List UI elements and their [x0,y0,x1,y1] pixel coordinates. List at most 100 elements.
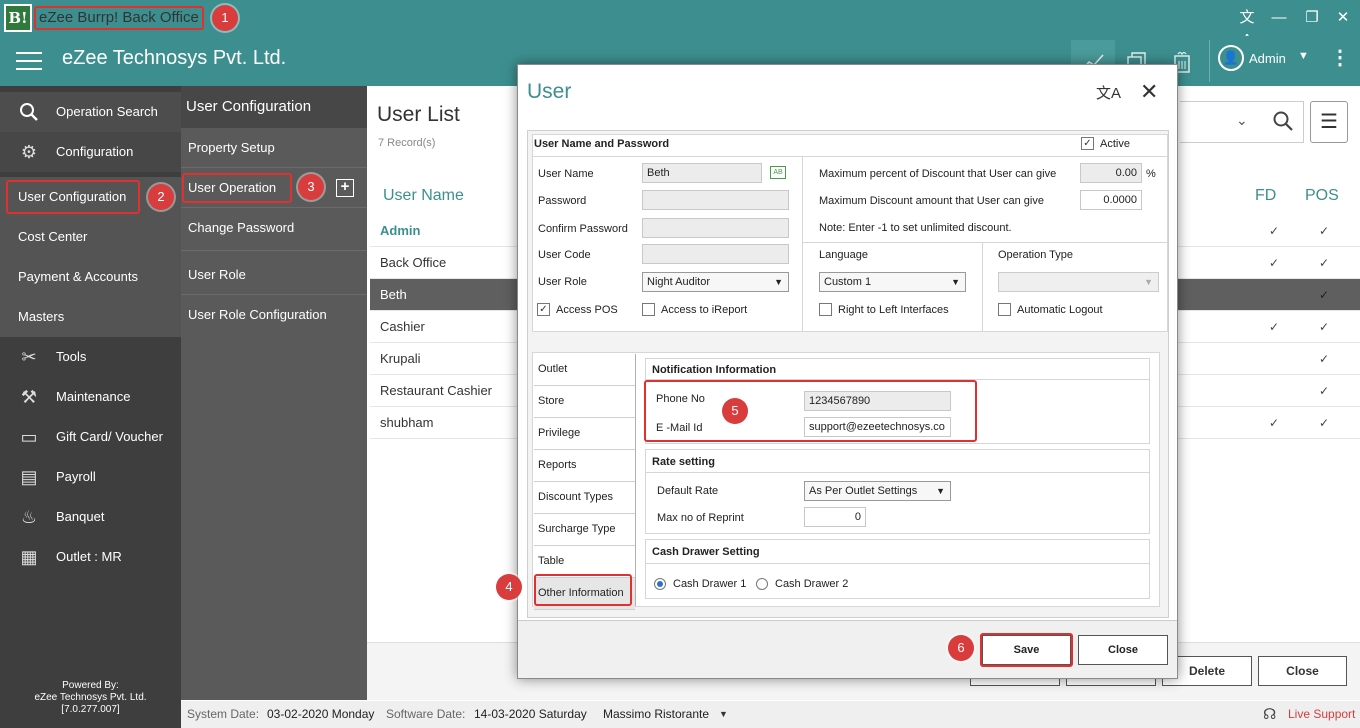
user-role-select[interactable]: Night Auditor ▼ [642,272,789,292]
gear-icon: ⚙ [20,142,38,162]
sidebar-item-gift-card-voucher[interactable]: ▭ Gift Card/ Voucher [0,417,181,457]
sidebar-item-cost-center[interactable]: Cost Center [0,217,181,257]
pos-check: ✓ [1319,384,1330,398]
sidebar-item-payroll[interactable]: ▤ Payroll [0,457,181,497]
keyboard-icon[interactable]: AB [770,166,786,179]
window-title: eZee Burrp! Back Office [34,6,204,30]
chevron-down-icon[interactable]: ▼ [719,701,728,728]
default-rate-select[interactable]: As Per Outlet Settings ▼ [804,481,951,501]
callout-badge-1: 1 [212,5,238,31]
search-bar[interactable]: ⌄ [1180,101,1304,143]
column-fd[interactable]: FD [1255,187,1276,205]
percent-sign: % [1146,168,1156,180]
user-name-field[interactable]: Beth [642,163,762,183]
tab-discount-types[interactable]: Discount Types [534,482,635,514]
status-bar: System Date: 03-02-2020 Monday Software … [181,701,1360,728]
access-ireport-label: Access to iReport [661,304,748,316]
software-date: 14-03-2020 Saturday [474,707,587,721]
tab-store[interactable]: Store [534,386,635,418]
sidebar-item-outlet[interactable]: ▦ Outlet : MR [0,537,181,577]
chevron-down-icon[interactable]: ▼ [1298,50,1309,62]
confirm-password-field[interactable] [642,218,789,238]
submenu-item-user-operation[interactable]: User Operation [188,180,276,195]
rtl-checkbox[interactable] [819,303,832,316]
user-name-label: User Name [538,168,594,180]
column-pos[interactable]: POS [1305,187,1339,205]
sidebar-item-banquet[interactable]: ♨ Banquet [0,497,181,537]
record-count: 7 Record(s) [378,137,436,149]
sidebar-item-label: Operation Search [56,104,158,119]
cash-drawer-2-radio[interactable] [756,578,768,590]
powered-by-company: eZee Technosys Pvt. Ltd. [34,692,147,703]
access-pos-checkbox[interactable]: ✓ [537,303,550,316]
row-name: shubham [380,415,434,430]
column-user-name[interactable]: User Name [383,187,464,205]
more-vertical-icon[interactable]: ⋮ [1330,45,1350,71]
sidebar-item-payment-accounts[interactable]: Payment & Accounts [0,257,181,297]
row-name: Beth [380,287,407,302]
callout-badge-5: 5 [722,398,748,424]
chevron-down-icon[interactable]: ⌄ [1236,112,1248,129]
password-field[interactable] [642,190,789,210]
submenu-item-change-password[interactable]: Change Password [188,220,294,235]
access-ireport-checkbox[interactable] [642,303,655,316]
submenu-divider [181,167,367,168]
translate-icon[interactable]: 文A [1096,82,1121,103]
max-reprint-field[interactable]: 0 [804,507,866,527]
automatic-logout-label: Automatic Logout [1017,304,1103,316]
translate-icon[interactable]: 文A [1236,7,1258,48]
user-code-label: User Code [538,249,591,261]
active-checkbox[interactable]: ✓ [1081,137,1094,150]
section-divider [532,156,1168,157]
sidebar-item-configuration[interactable]: ⚙ Configuration [0,132,181,172]
close-dialog-button[interactable]: Close [1078,635,1168,665]
app-logo-icon: B! [4,4,32,32]
submenu-item-property-setup[interactable]: Property Setup [188,140,275,155]
user-avatar-icon[interactable]: 👤 [1218,45,1244,71]
tab-privilege[interactable]: Privilege [534,418,635,450]
support-icon[interactable]: ☊ [1263,701,1276,728]
language-select[interactable]: Custom 1 ▼ [819,272,966,292]
submenu-item-user-role-configuration[interactable]: User Role Configuration [188,307,327,322]
max-discount-amount-field[interactable]: 0.0000 [1080,190,1142,210]
maintenance-icon: ⚒ [20,387,38,407]
user-name-label[interactable]: Admin [1249,51,1286,66]
automatic-logout-checkbox[interactable] [998,303,1011,316]
default-rate-value: As Per Outlet Settings [809,485,918,497]
submenu-item-user-role[interactable]: User Role [188,267,246,282]
user-code-field[interactable] [642,244,789,264]
dropdown-arrow-icon: ▼ [951,277,960,287]
close-window-button[interactable]: ✕ [1332,7,1354,29]
sidebar-item-masters[interactable]: Masters [0,297,181,337]
max-discount-percent-label: Maximum percent of Discount that User ca… [819,168,1057,180]
sidebar-item-label: Payment & Accounts [18,269,138,284]
sidebar-item-tools[interactable]: ✂ Tools [0,337,181,377]
confirm-password-label: Confirm Password [538,223,628,235]
fd-check: ✓ [1269,224,1280,238]
live-support-link[interactable]: Live Support [1288,701,1355,728]
close-list-button[interactable]: Close [1258,656,1347,686]
sidebar-item-label: Outlet : MR [56,549,122,564]
tab-outlet[interactable]: Outlet [534,354,635,386]
pos-check: ✓ [1319,288,1330,302]
minimize-button[interactable]: — [1268,7,1290,29]
search-icon[interactable] [1272,110,1294,135]
close-icon[interactable]: ✕ [1140,79,1158,105]
operation-type-select[interactable]: ▼ [998,272,1159,292]
add-icon[interactable]: + [336,179,354,197]
discount-note: Note: Enter -1 to set unlimited discount… [819,222,1012,234]
property-selector[interactable]: Massimo Ristorante [603,701,709,728]
maximize-button[interactable]: ❐ [1301,7,1323,29]
tab-reports[interactable]: Reports [534,450,635,482]
tab-surcharge-type[interactable]: Surcharge Type [534,514,635,546]
max-discount-percent-field[interactable]: 0.00 [1080,163,1142,183]
cash-drawer-1-radio[interactable] [654,578,666,590]
submenu-divider [181,250,367,251]
sidebar-item-label: Gift Card/ Voucher [56,429,163,444]
hamburger-menu-icon[interactable] [16,52,42,70]
list-view-icon[interactable]: ☰ [1310,101,1348,143]
max-discount-amount-label: Maximum Discount amount that User can gi… [819,195,1044,207]
cash-drawer-title: Cash Drawer Setting [652,546,760,558]
sidebar-item-operation-search[interactable]: Operation Search [0,92,181,132]
sidebar-item-maintenance[interactable]: ⚒ Maintenance [0,377,181,417]
